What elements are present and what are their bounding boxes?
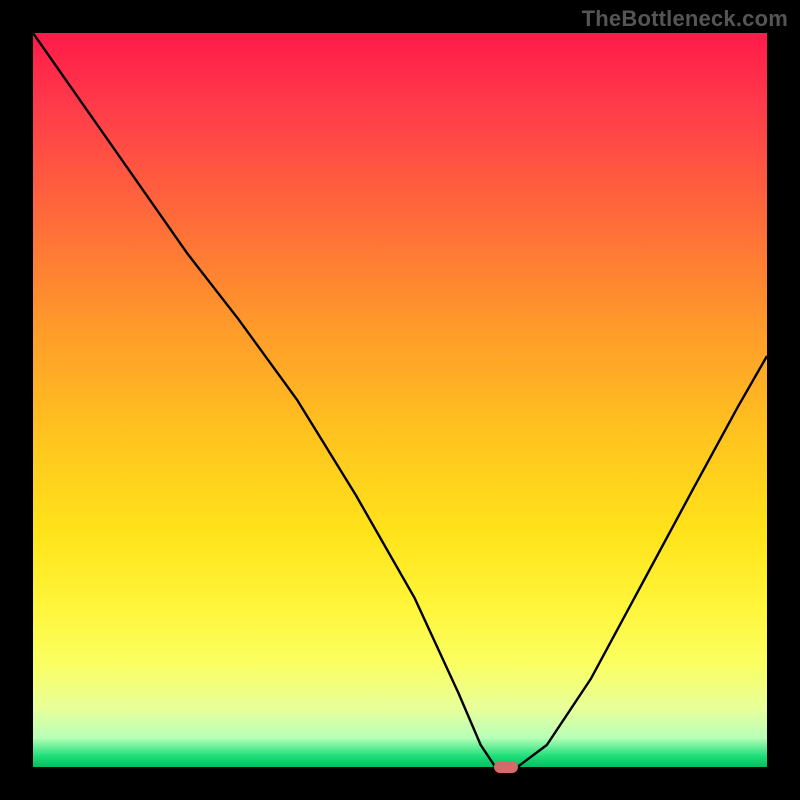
bottleneck-curve xyxy=(33,33,767,767)
plot-area xyxy=(33,33,767,767)
optimum-marker xyxy=(494,761,518,773)
watermark-text: TheBottleneck.com xyxy=(582,6,788,32)
curve-svg xyxy=(33,33,767,767)
chart-frame: TheBottleneck.com xyxy=(0,0,800,800)
